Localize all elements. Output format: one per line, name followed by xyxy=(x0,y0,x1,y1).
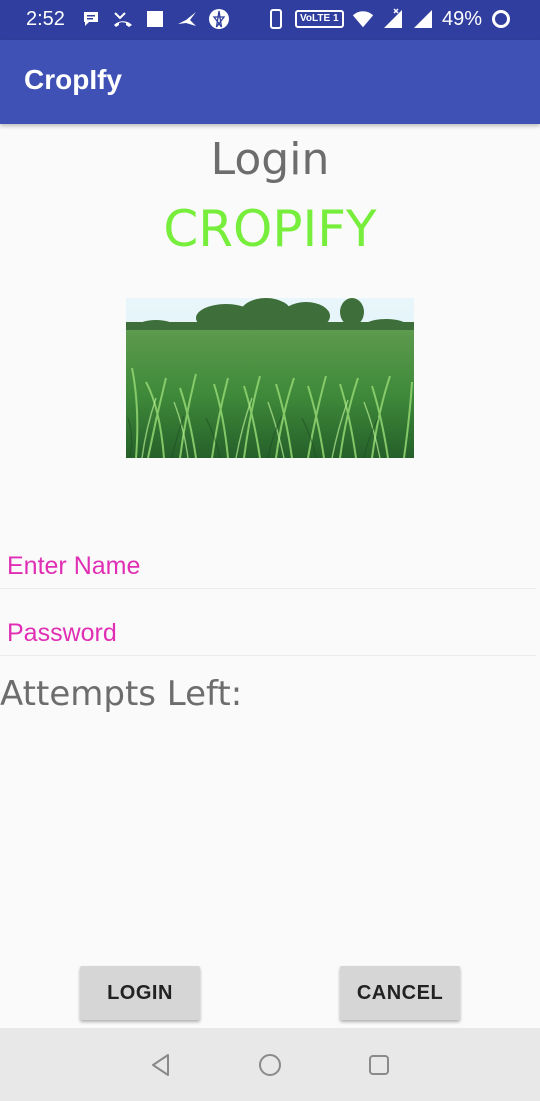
pentagram-icon xyxy=(208,8,230,30)
signal-icon xyxy=(412,8,434,30)
volte-icon: VoLTE 1 xyxy=(295,10,344,28)
status-bar: 2:52 VoLTE 1 49% xyxy=(0,0,540,40)
crop-field-image xyxy=(126,298,414,458)
signal-x-icon xyxy=(382,8,404,30)
password-input[interactable] xyxy=(0,611,536,655)
phone-outline-icon xyxy=(265,8,287,30)
app-title: CropIfy xyxy=(24,64,122,95)
attempts-left-label: Attempts Left: xyxy=(0,674,243,714)
brand-title: CROPIFY xyxy=(163,200,377,258)
chat-icon xyxy=(80,8,102,30)
battery-ring-icon xyxy=(492,10,510,28)
square-notification-icon xyxy=(144,8,166,30)
password-field-container xyxy=(0,611,536,656)
battery-percentage: 49% xyxy=(442,8,483,30)
recents-icon[interactable] xyxy=(366,1052,392,1078)
bird-icon xyxy=(176,8,198,30)
missed-call-icon xyxy=(112,8,134,30)
navigation-bar xyxy=(0,1028,540,1101)
cancel-button[interactable]: CANCEL xyxy=(340,966,460,1020)
page-title: Login xyxy=(210,134,330,185)
status-time: 2:52 xyxy=(26,8,65,30)
login-button[interactable]: LOGIN xyxy=(80,966,200,1020)
name-field-container xyxy=(0,544,536,589)
name-input[interactable] xyxy=(0,544,536,588)
home-icon[interactable] xyxy=(257,1052,283,1078)
app-bar: CropIfy xyxy=(0,40,540,124)
back-icon[interactable] xyxy=(148,1052,174,1078)
wifi-icon xyxy=(352,8,374,30)
